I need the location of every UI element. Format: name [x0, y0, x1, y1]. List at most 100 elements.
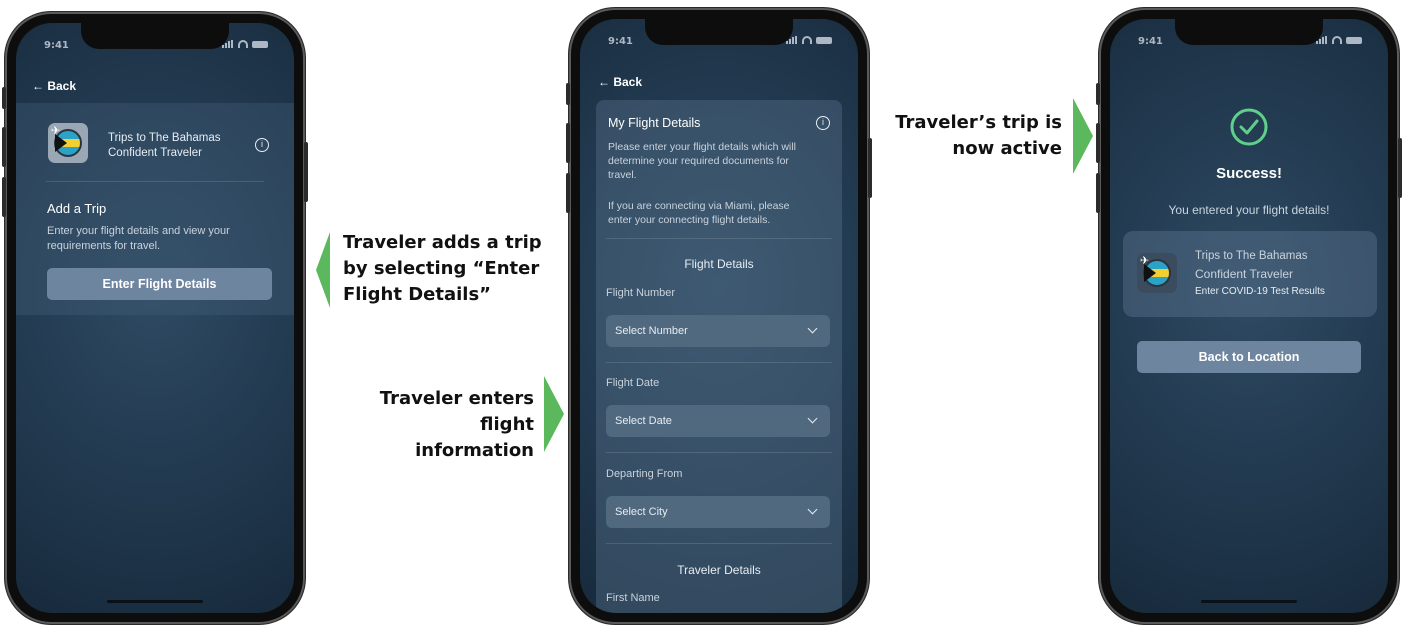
select-value: Select Date — [615, 415, 672, 427]
phone-side-button — [1096, 123, 1100, 163]
signal-icon — [1316, 36, 1328, 44]
trip-panel: ✈ Trips to The Bahamas Confident Travele… — [16, 103, 294, 315]
phone-add-trip: 9:41 ← Back ✈ Trips to The Bahamas Confi… — [2, 12, 308, 624]
trip-card-subtitle: Confident Traveler — [108, 147, 202, 159]
battery-icon — [816, 36, 832, 44]
signal-icon — [222, 40, 234, 48]
phone-success: 9:41 Success! You entered your flight de… — [1096, 8, 1402, 624]
trip-card-title: Trips to The Bahamas — [108, 132, 221, 144]
battery-icon — [252, 40, 268, 48]
phone-side-button — [2, 177, 6, 217]
status-time: 9:41 — [608, 36, 633, 47]
wifi-icon — [802, 36, 812, 44]
plane-icon: ✈ — [51, 124, 61, 137]
trip-card-title: Trips to The Bahamas — [1195, 250, 1308, 262]
phone-side-button — [566, 83, 570, 105]
caption-line: by selecting “Enter — [343, 258, 540, 279]
step-arrow-right-icon — [1073, 98, 1093, 174]
phone-side-button — [566, 173, 570, 213]
chevron-down-icon — [807, 504, 818, 515]
flight-number-select[interactable]: Select Number — [606, 315, 830, 347]
checkmark-circle-icon — [1230, 108, 1268, 146]
trip-card-subtitle: Confident Traveler — [1195, 267, 1294, 281]
phone-side-button — [566, 123, 570, 163]
caption-step-2: Traveler enters flight information — [358, 386, 534, 464]
enter-flight-details-button[interactable]: Enter Flight Details — [47, 268, 272, 300]
signal-icon — [786, 36, 798, 44]
caption-line: now active — [952, 138, 1062, 159]
divider — [606, 543, 832, 544]
status-time: 9:41 — [1138, 36, 1163, 47]
phone-notch — [1175, 19, 1323, 45]
phone-side-button — [2, 87, 6, 109]
caption-line: Traveler’s trip is — [895, 112, 1062, 133]
back-to-location-button[interactable]: Back to Location — [1137, 341, 1361, 373]
caption-line: Traveler adds a trip — [343, 232, 542, 253]
home-indicator — [107, 600, 203, 603]
back-button[interactable]: ← Back — [598, 75, 642, 89]
select-value: Select City — [615, 506, 668, 518]
phone-notch — [81, 23, 229, 49]
home-indicator — [1201, 600, 1297, 603]
flight-details-heading: Flight Details — [684, 257, 754, 271]
wifi-icon — [238, 40, 248, 48]
step-arrow-right-icon — [544, 376, 564, 452]
success-message: You entered your flight details! — [1168, 203, 1330, 217]
phone-notch — [645, 19, 793, 45]
status-time: 9:41 — [44, 40, 69, 51]
panel-title: My Flight Details — [608, 116, 701, 130]
field-label-flight-date: Flight Date — [606, 377, 660, 389]
caption-line: Traveler enters — [379, 388, 534, 409]
caption-line: flight information — [415, 414, 534, 461]
phone-side-button — [304, 142, 308, 202]
add-trip-heading: Add a Trip — [47, 201, 107, 216]
screen-flight-details: 9:41 ← Back My Flight Details i Please e… — [580, 19, 858, 613]
info-icon[interactable]: i — [816, 116, 830, 130]
divider — [606, 452, 832, 453]
trip-card[interactable]: ✈ Trips to The Bahamas Confident Travele… — [1123, 231, 1377, 317]
info-icon[interactable]: i — [255, 138, 269, 152]
chevron-down-icon — [807, 413, 818, 424]
add-trip-body-line: Enter your flight details and view your — [47, 225, 230, 237]
phone-flight-details: 9:41 ← Back My Flight Details i Please e… — [566, 8, 872, 624]
intro-text-line: determine your required documents for — [608, 155, 789, 167]
flight-date-select[interactable]: Select Date — [606, 405, 830, 437]
intro-text-line: Please enter your flight details which w… — [608, 141, 796, 153]
select-value: Select Number — [615, 325, 688, 337]
phone-side-button — [1096, 173, 1100, 213]
bahamas-flag-icon: ✈ — [48, 123, 88, 163]
status-icons — [1316, 36, 1362, 44]
wifi-icon — [1332, 36, 1342, 44]
divider — [606, 238, 832, 239]
phone-side-button — [1398, 138, 1402, 198]
divider — [606, 362, 832, 363]
departing-city-select[interactable]: Select City — [606, 496, 830, 528]
phone-side-button — [868, 138, 872, 198]
chevron-down-icon — [807, 323, 818, 334]
divider — [46, 181, 264, 182]
screen-add-trip: 9:41 ← Back ✈ Trips to The Bahamas Confi… — [16, 23, 294, 613]
add-trip-body-line: requirements for travel. — [47, 240, 161, 252]
flight-details-panel: My Flight Details i Please enter your fl… — [596, 100, 842, 613]
caption-line: Flight Details” — [343, 284, 491, 305]
screen-success: 9:41 Success! You entered your flight de… — [1110, 19, 1388, 613]
field-label-first-name: First Name — [606, 592, 660, 604]
caption-step-3: Traveler’s trip is now active — [888, 110, 1062, 162]
trip-card-status: Enter COVID-19 Test Results — [1195, 286, 1325, 297]
traveler-details-heading: Traveler Details — [677, 563, 761, 577]
success-title: Success! — [1216, 165, 1282, 182]
connect-text-line: If you are connecting via Miami, please — [608, 200, 790, 212]
bahamas-flag-icon: ✈ — [1137, 253, 1177, 293]
phone-side-button — [2, 127, 6, 167]
plane-icon: ✈ — [1140, 254, 1150, 267]
field-label-departing-from: Departing From — [606, 468, 683, 480]
field-label-flight-number: Flight Number — [606, 287, 676, 299]
battery-icon — [1346, 36, 1362, 44]
status-icons — [786, 36, 832, 44]
caption-step-1: Traveler adds a trip by selecting “Enter… — [343, 230, 542, 308]
connect-text-line: enter your connecting flight details. — [608, 214, 771, 226]
phone-side-button — [1096, 83, 1100, 105]
step-arrow-left-icon — [316, 232, 330, 308]
intro-text-line: travel. — [608, 169, 637, 181]
back-button[interactable]: ← Back — [32, 79, 76, 93]
